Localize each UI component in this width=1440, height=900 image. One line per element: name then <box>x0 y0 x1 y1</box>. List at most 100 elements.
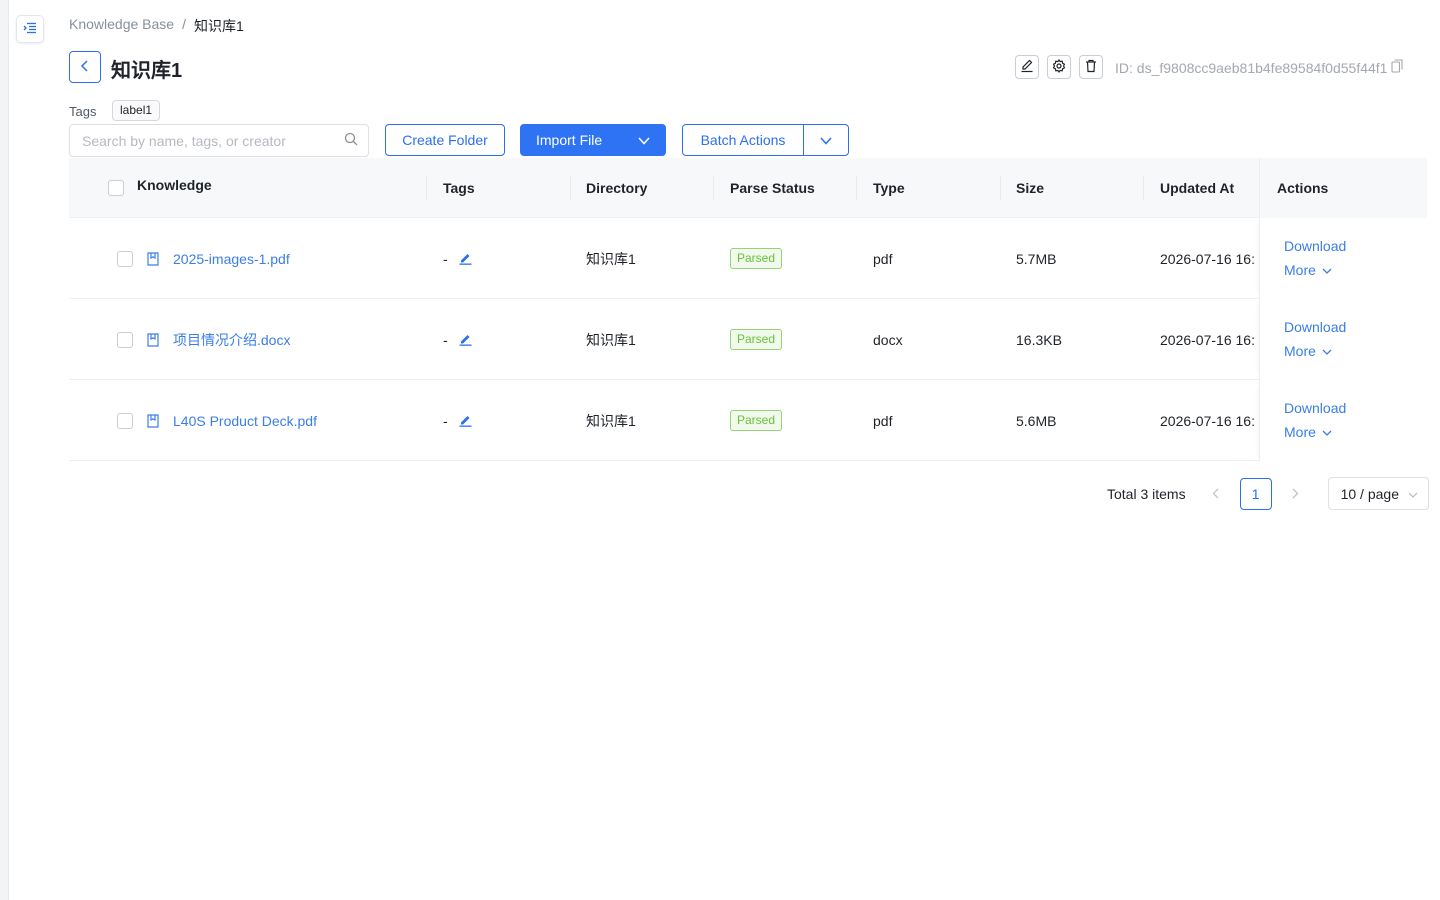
menu-toggle-icon <box>23 21 37 37</box>
row-actions: Download More <box>1259 380 1427 461</box>
settings-button[interactable] <box>1047 55 1071 79</box>
row-status: Parsed <box>730 380 783 461</box>
table-row[interactable]: 项目情况介绍.docx - 知识库1 Parsed docx 16.3KB 20… <box>69 299 1427 380</box>
row-updated-text: 2026-07-16 16: <box>1160 331 1255 348</box>
status-badge: Parsed <box>730 248 783 269</box>
file-name-link[interactable]: L40S Product Deck.pdf <box>173 380 317 461</box>
batch-actions-button[interactable]: Batch Actions <box>683 125 804 155</box>
row-updated: 2026-07-16 16: <box>1160 380 1260 461</box>
col-knowledge[interactable]: Knowledge <box>137 155 212 215</box>
pencil-icon[interactable] <box>459 218 472 299</box>
status-badge: Parsed <box>730 329 783 350</box>
prev-page-button[interactable] <box>1204 486 1228 502</box>
sidebar-toggle-button[interactable] <box>16 15 44 43</box>
copy-icon[interactable] <box>1391 59 1404 76</box>
row-tags: - <box>443 250 448 267</box>
row-directory: 知识库1 <box>586 250 636 267</box>
col-updated-at[interactable]: Updated At <box>1160 158 1234 218</box>
breadcrumb-root[interactable]: Knowledge Base <box>69 16 174 36</box>
status-badge: Parsed <box>730 410 783 431</box>
dataset-id: ID: ds_f9808cc9aeb81b4fe89584f0d55f44f1 <box>1115 59 1404 76</box>
row-size: 5.6MB <box>1016 412 1057 429</box>
back-button[interactable] <box>69 51 101 83</box>
col-type: Type <box>873 180 905 196</box>
page-number-button[interactable]: 1 <box>1239 477 1272 510</box>
file-name-link[interactable]: 项目情况介绍.docx <box>173 299 290 380</box>
row-updated: 2026-07-16 16: <box>1160 299 1260 380</box>
breadcrumb: Knowledge Base / 知识库1 <box>69 16 244 36</box>
file-icon <box>147 380 159 461</box>
tags-label: Tags <box>69 104 97 119</box>
row-updated-text: 2026-07-16 16: <box>1160 250 1255 267</box>
file-icon <box>147 218 159 299</box>
more-dropdown[interactable]: More <box>1284 424 1332 440</box>
file-name-link[interactable]: 2025-images-1.pdf <box>173 218 290 299</box>
search-input[interactable] <box>82 132 332 149</box>
import-file-button[interactable]: Import File <box>520 124 666 156</box>
chevron-down-icon <box>1322 343 1332 359</box>
row-tags: - <box>443 331 448 348</box>
col-directory: Directory <box>586 180 648 196</box>
table-header: Knowledge Tags Directory Parse Status Ty… <box>69 158 1427 218</box>
download-link[interactable]: Download <box>1284 400 1346 416</box>
chevron-down-icon <box>820 132 832 148</box>
knowledge-table: Knowledge Tags Directory Parse Status Ty… <box>69 158 1427 461</box>
next-page-button[interactable] <box>1284 486 1308 502</box>
row-size: 16.3KB <box>1016 331 1062 348</box>
more-dropdown[interactable]: More <box>1284 262 1332 278</box>
edit-icon <box>1020 59 1034 76</box>
pencil-icon[interactable] <box>459 299 472 380</box>
col-parse-status: Parse Status <box>730 180 815 196</box>
row-actions: Download More <box>1259 299 1427 380</box>
row-checkbox[interactable] <box>117 380 133 461</box>
more-dropdown[interactable]: More <box>1284 343 1332 359</box>
select-all-checkbox[interactable] <box>108 158 124 218</box>
more-label: More <box>1284 424 1316 440</box>
row-type: pdf <box>873 412 893 429</box>
chevron-left-icon <box>1212 486 1219 502</box>
download-link[interactable]: Download <box>1284 319 1346 335</box>
row-status: Parsed <box>730 299 783 380</box>
delete-button[interactable] <box>1079 55 1103 79</box>
dataset-id-text: ID: ds_f9808cc9aeb81b4fe89584f0d55f44f1 <box>1115 59 1388 76</box>
chevron-right-icon <box>1292 486 1299 502</box>
row-directory: 知识库1 <box>586 331 636 348</box>
table-row[interactable]: 2025-images-1.pdf - 知识库1 Parsed pdf 5.7M… <box>69 218 1427 299</box>
row-status: Parsed <box>730 218 783 299</box>
import-file-label: Import File <box>536 132 603 148</box>
download-link[interactable]: Download <box>1284 238 1346 254</box>
batch-actions-group: Batch Actions <box>682 124 849 156</box>
row-type: docx <box>873 331 903 348</box>
file-icon <box>147 299 159 380</box>
row-checkbox[interactable] <box>117 299 133 380</box>
tag-chip[interactable]: label1 <box>112 100 161 121</box>
row-directory: 知识库1 <box>586 412 636 429</box>
search-box <box>69 124 369 157</box>
row-type: pdf <box>873 250 893 267</box>
col-actions: Actions <box>1259 158 1427 218</box>
more-label: More <box>1284 343 1316 359</box>
pencil-icon[interactable] <box>459 380 472 461</box>
breadcrumb-current: 知识库1 <box>193 18 244 34</box>
search-icon[interactable] <box>344 132 358 149</box>
breadcrumb-separator: / <box>182 16 186 32</box>
header-actions <box>1015 55 1103 79</box>
row-checkbox[interactable] <box>117 218 133 299</box>
table-row[interactable]: L40S Product Deck.pdf - 知识库1 Parsed pdf … <box>69 380 1427 461</box>
edit-button[interactable] <box>1015 55 1039 79</box>
col-size: Size <box>1016 180 1045 196</box>
delete-icon <box>1084 59 1098 76</box>
create-folder-button[interactable]: Create Folder <box>385 124 505 156</box>
back-arrow-icon <box>80 59 90 75</box>
row-size: 5.7MB <box>1016 250 1057 267</box>
chevron-down-icon <box>1322 262 1332 278</box>
page-title: 知识库1 <box>111 60 183 82</box>
chevron-down-icon <box>638 132 650 148</box>
batch-actions-dropdown[interactable] <box>804 125 848 155</box>
page-size-select[interactable]: 10 / page <box>1327 477 1429 510</box>
more-label: More <box>1284 262 1316 278</box>
row-updated-text: 2026-07-16 16: <box>1160 412 1255 429</box>
row-tags: - <box>443 412 448 429</box>
pagination-total: Total 3 items <box>1107 485 1186 502</box>
page-size-value: 10 / page <box>1340 485 1399 502</box>
